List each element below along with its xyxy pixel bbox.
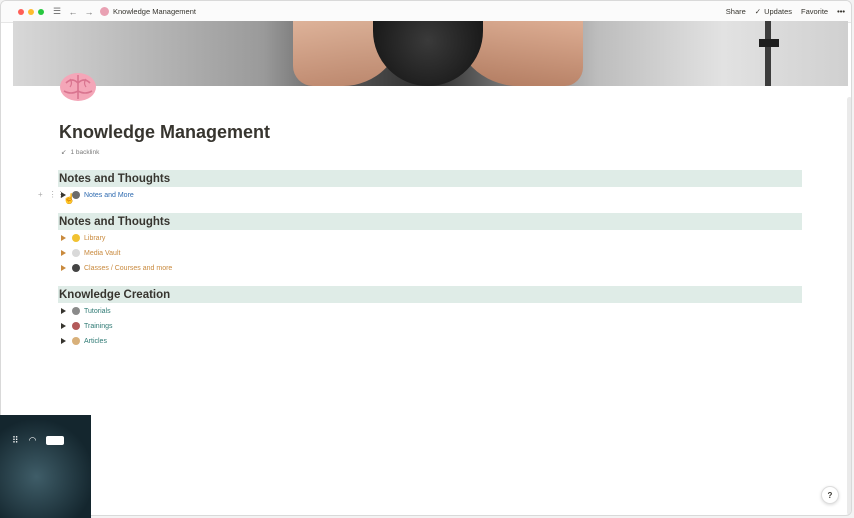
- disc-icon: [72, 249, 80, 257]
- toggle-item[interactable]: Classes / Courses and more: [61, 262, 172, 274]
- brain-icon[interactable]: [58, 69, 98, 103]
- topbar-actions: Share ✓ Updates Favorite •••: [726, 7, 845, 16]
- toggle-triangle-icon[interactable]: [61, 338, 66, 344]
- wifi-icon: ◠: [28, 435, 37, 445]
- graduation-icon: [72, 264, 80, 272]
- share-button[interactable]: Share: [726, 7, 746, 16]
- toggle-item[interactable]: Tutorials: [61, 305, 111, 317]
- toggle-item-label[interactable]: Tutorials: [84, 308, 111, 315]
- toggle-item-label[interactable]: Classes / Courses and more: [84, 265, 172, 272]
- more-options-button[interactable]: •••: [837, 7, 845, 16]
- device-status-overlay: ⠿ ◠: [0, 415, 91, 518]
- title-bar: ☰ ← → Knowledge Management Share ✓ Updat…: [1, 1, 851, 23]
- toggle-item[interactable]: Library: [61, 232, 105, 244]
- toggle-triangle-icon[interactable]: [61, 323, 66, 329]
- minimize-window-button[interactable]: [28, 8, 34, 15]
- section-heading[interactable]: Knowledge Creation: [58, 286, 802, 303]
- weights-icon: [72, 322, 80, 330]
- toggle-triangle-icon[interactable]: [61, 308, 66, 314]
- toggle-item[interactable]: Articles: [61, 335, 107, 347]
- toggle-item-label[interactable]: Media Vault: [84, 250, 120, 257]
- page-title: Knowledge Management: [59, 122, 271, 142]
- scrollbar[interactable]: [847, 97, 851, 515]
- tools-icon: [72, 307, 80, 315]
- toggle-item[interactable]: Media Vault: [61, 247, 120, 259]
- battery-icon: [46, 436, 65, 445]
- close-window-button[interactable]: [18, 8, 24, 15]
- toggle-item-label[interactable]: Articles: [84, 338, 107, 345]
- breadcrumb-page-title: Knowledge Management: [113, 7, 196, 16]
- toggle-triangle-icon[interactable]: [61, 235, 66, 241]
- updates-button[interactable]: ✓ Updates: [755, 7, 792, 16]
- scroll-icon: [72, 337, 80, 345]
- help-button[interactable]: ?: [821, 486, 839, 504]
- back-arrow-icon[interactable]: ←: [68, 7, 78, 17]
- app-window: ☰ ← → Knowledge Management Share ✓ Updat…: [0, 0, 852, 516]
- sidebar-toggle-icon[interactable]: ☰: [52, 6, 62, 17]
- window-controls: [18, 8, 44, 15]
- section-heading[interactable]: Notes and Thoughts: [58, 213, 802, 230]
- toggle-item-label[interactable]: Notes and More: [84, 192, 134, 199]
- backlink[interactable]: ↙ 1 backlink: [61, 148, 100, 157]
- check-icon: ✓: [754, 7, 762, 16]
- forward-arrow-icon[interactable]: →: [84, 7, 94, 17]
- smile-icon: [72, 234, 80, 242]
- toggle-item-label[interactable]: Library: [84, 235, 105, 242]
- maximize-window-button[interactable]: [38, 8, 44, 15]
- toggle-item-label[interactable]: Trainings: [84, 323, 113, 330]
- grid-icon: ⠿: [12, 435, 19, 445]
- backlink-label: 1 backlink: [70, 148, 100, 156]
- toggle-triangle-icon[interactable]: [61, 265, 66, 271]
- backlink-arrow-icon: ↙: [61, 149, 67, 156]
- toggle-triangle-icon[interactable]: [61, 250, 66, 256]
- brain-icon: [100, 7, 109, 16]
- favorite-button[interactable]: Favorite: [801, 7, 828, 16]
- cover-image: [13, 21, 848, 86]
- section-heading[interactable]: Notes and Thoughts: [58, 170, 802, 187]
- breadcrumb[interactable]: Knowledge Management: [100, 7, 196, 16]
- hand-cursor-icon: ☝: [63, 194, 76, 205]
- toggle-item[interactable]: Trainings: [61, 320, 113, 332]
- updates-label: Updates: [764, 7, 793, 16]
- add-block-icon[interactable]: +: [38, 190, 43, 199]
